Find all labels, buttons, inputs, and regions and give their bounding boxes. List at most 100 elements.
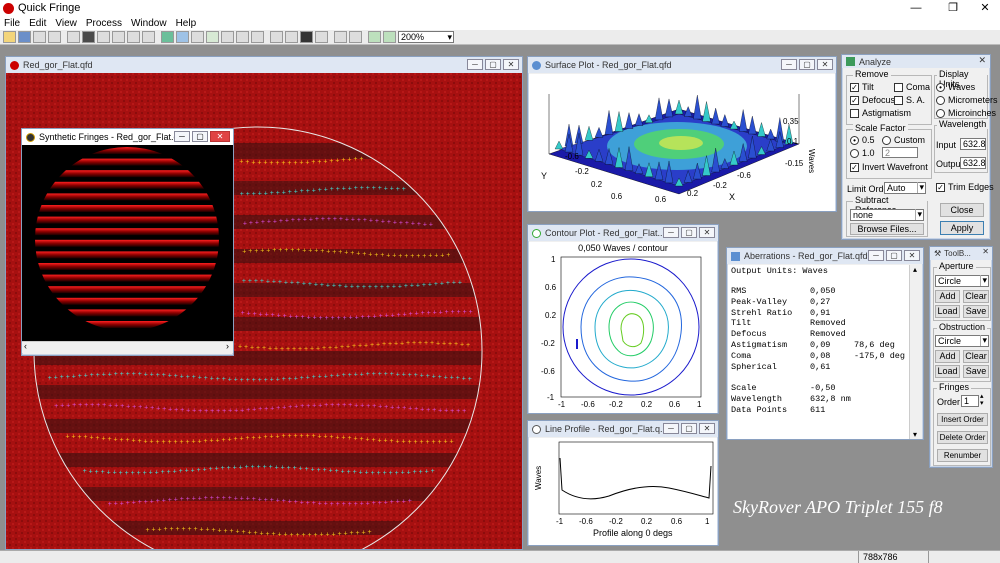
minimize-button[interactable]: ─ — [868, 250, 884, 261]
trace-marker: + — [330, 373, 334, 380]
zernike-icon[interactable] — [236, 31, 249, 43]
close-button[interactable]: ✕ — [210, 131, 230, 142]
surface-icon[interactable] — [176, 31, 189, 43]
close-button[interactable]: ✕ — [699, 423, 715, 434]
obstruction-load-button[interactable]: Load — [935, 365, 960, 378]
close-button[interactable]: ✕ — [962, 0, 1000, 16]
subtract-reference-select[interactable]: none — [850, 209, 924, 221]
trace-marker: + — [417, 221, 421, 228]
arrow-icon[interactable] — [97, 31, 110, 43]
minimize-button[interactable]: ─ — [467, 59, 483, 70]
contour-icon[interactable] — [206, 31, 219, 43]
obstruction-add-button[interactable]: Add — [935, 350, 960, 363]
maximize-button[interactable]: ▢ — [681, 227, 697, 238]
hand-icon[interactable] — [334, 31, 347, 43]
output-wavelength-field[interactable]: 632.8 — [960, 157, 986, 169]
scroll-left-icon[interactable]: ‹ — [24, 341, 27, 351]
menu-file[interactable]: File — [4, 18, 20, 29]
fringe-icon[interactable] — [270, 31, 283, 43]
order-field[interactable]: 1 — [961, 395, 979, 407]
menu-window[interactable]: Window — [131, 18, 167, 29]
coma-checkbox[interactable]: Coma — [894, 82, 930, 92]
minimize-button[interactable]: ─ — [663, 423, 679, 434]
obstruction-shape-select[interactable]: Circle — [935, 335, 989, 347]
invert-wavefront-checkbox[interactable]: ✓ Invert Wavefront — [850, 162, 928, 172]
minimize-button[interactable]: ─ — [663, 227, 679, 238]
minimize-button[interactable]: ─ — [174, 131, 190, 142]
astigmatism-checkbox[interactable]: Astigmatism — [850, 108, 911, 118]
horizontal-scrollbar[interactable]: ‹ › — [22, 341, 233, 353]
limit-order-select[interactable]: Auto — [884, 182, 926, 194]
pointer-icon[interactable] — [349, 31, 362, 43]
maximize-button[interactable]: ▢ — [485, 59, 501, 70]
scroll-right-icon[interactable]: › — [226, 341, 229, 351]
profile-icon[interactable] — [191, 31, 204, 43]
scroll-down-icon[interactable]: ▾ — [913, 430, 917, 439]
analyze-icon[interactable] — [161, 31, 174, 43]
scale-custom-radio[interactable]: Custom — [882, 135, 925, 145]
trace-marker: + — [355, 315, 359, 322]
sa-checkbox[interactable]: S. A. — [894, 95, 925, 105]
aperture-shape-select[interactable]: Circle — [935, 275, 989, 287]
menu-help[interactable]: Help — [176, 18, 197, 29]
defocus-checkbox[interactable]: ✓ Defocus — [850, 95, 895, 105]
obstruction-clear-button[interactable]: Clear — [963, 350, 989, 363]
insert-order-button[interactable]: Insert Order — [937, 413, 988, 426]
close-button[interactable]: ✕ — [503, 59, 519, 70]
maximize-button[interactable]: ▢ — [681, 423, 697, 434]
apply-button[interactable]: Apply — [940, 221, 984, 235]
input-wavelength-field[interactable]: 632.8 — [960, 138, 986, 150]
custom-scale-field[interactable]: 2 — [882, 147, 918, 158]
menu-view[interactable]: View — [55, 18, 77, 29]
print-preview-icon[interactable] — [48, 31, 61, 43]
tilt-checkbox[interactable]: ✓ Tilt — [850, 82, 874, 92]
grid-icon[interactable] — [112, 31, 125, 43]
close-button[interactable]: ✕ — [817, 59, 833, 70]
vertical-scrollbar[interactable]: ▴ ▾ — [909, 265, 922, 439]
menu-edit[interactable]: Edit — [29, 18, 46, 29]
zoom-select[interactable]: 200% — [398, 31, 454, 43]
menu-process[interactable]: Process — [86, 18, 122, 29]
close-button[interactable]: ✕ — [904, 250, 920, 261]
close-button[interactable]: ✕ — [699, 227, 715, 238]
close-icon[interactable]: ✕ — [982, 247, 989, 256]
film-icon[interactable] — [82, 31, 95, 43]
browse-files-button[interactable]: Browse Files... — [850, 223, 924, 235]
aperture-add-button[interactable]: Add — [935, 290, 960, 303]
save-icon[interactable] — [18, 31, 31, 43]
open-icon[interactable] — [3, 31, 16, 43]
close-analyze-button[interactable]: Close — [940, 203, 984, 217]
microinches-radio[interactable]: Microinches — [936, 108, 996, 118]
g-icon[interactable] — [251, 31, 264, 43]
zoom-out-icon[interactable] — [383, 31, 396, 43]
trace-marker: + — [162, 497, 166, 504]
tools-icon[interactable] — [67, 31, 80, 43]
trim-edges-checkbox[interactable]: ✓ Trim Edges — [936, 182, 994, 192]
zoom-in-icon[interactable] — [368, 31, 381, 43]
order-spinner[interactable]: ▴ ▾ — [980, 393, 984, 407]
delete-order-button[interactable]: Delete Order — [937, 431, 988, 444]
trace-marker: + — [146, 527, 150, 534]
maximize-button[interactable]: ▢ — [886, 250, 902, 261]
r-icon[interactable] — [127, 31, 140, 43]
obstruction-save-button[interactable]: Save — [963, 365, 989, 378]
scale-05-radio[interactable]: • 0.5 — [850, 135, 875, 145]
minimize-button[interactable]: ─ — [781, 59, 797, 70]
aperture-clear-button[interactable]: Clear — [963, 290, 989, 303]
renumber-button[interactable]: Renumber — [937, 449, 988, 462]
trace-icon[interactable] — [285, 31, 298, 43]
scale-10-radio[interactable]: 1.0 — [850, 148, 875, 158]
lens-icon[interactable] — [315, 31, 328, 43]
synthetic-icon[interactable] — [300, 31, 313, 43]
aperture-save-button[interactable]: Save — [963, 305, 989, 318]
print-icon[interactable] — [33, 31, 46, 43]
close-icon[interactable]: ✕ — [978, 55, 986, 66]
micrometers-radio[interactable]: Micrometers — [936, 95, 998, 105]
maximize-button[interactable]: ▢ — [192, 131, 208, 142]
waves-radio[interactable]: • Waves — [936, 82, 975, 92]
lambda-icon[interactable] — [221, 31, 234, 43]
maximize-button[interactable]: ▢ — [799, 59, 815, 70]
scroll-up-icon[interactable]: ▴ — [913, 265, 917, 274]
wave-icon[interactable] — [142, 31, 155, 43]
aperture-load-button[interactable]: Load — [935, 305, 960, 318]
